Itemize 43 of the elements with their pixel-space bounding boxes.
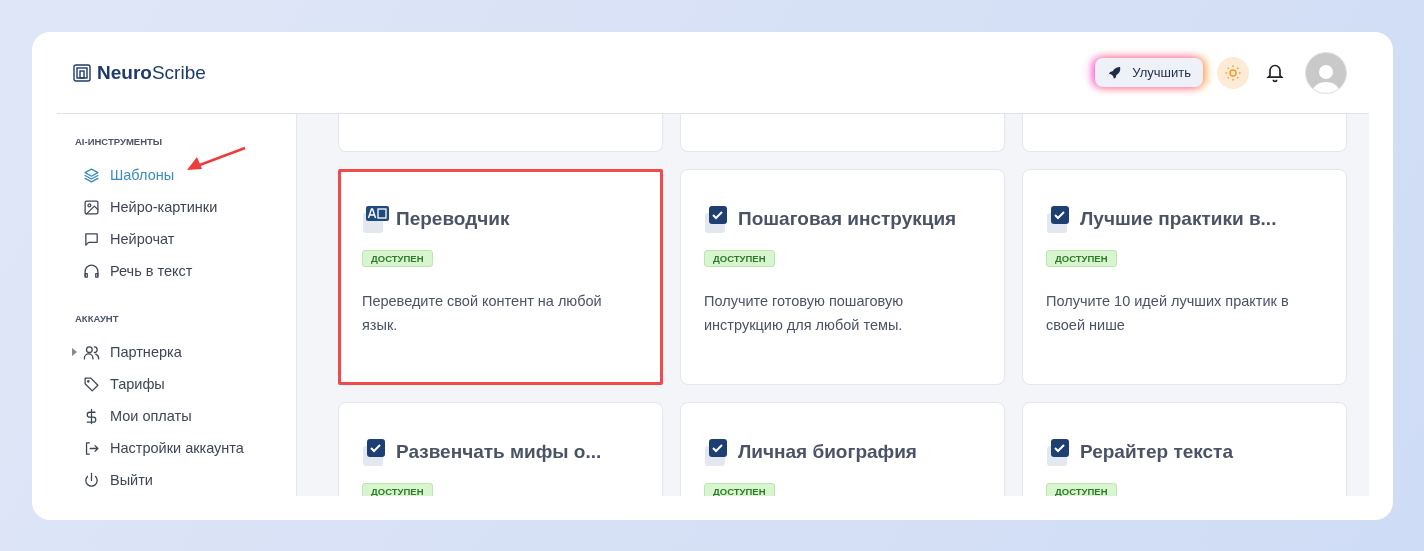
- caret-icon[interactable]: [72, 348, 77, 356]
- card-title: Переводчик: [396, 208, 510, 230]
- sidebar-item[interactable]: Тарифы: [75, 368, 296, 400]
- power-icon: [83, 471, 100, 489]
- image-icon: [83, 198, 100, 216]
- card-description: Переведите свой контент на любой язык.: [362, 292, 603, 335]
- sun-icon: [1224, 63, 1242, 82]
- sidebar-item[interactable]: Партнерка: [75, 336, 296, 368]
- sidebar-item[interactable]: Мои оплаты: [75, 400, 296, 432]
- theme-toggle[interactable]: [1217, 56, 1249, 89]
- sidebar-item[interactable]: Нейро-картинки: [75, 191, 296, 223]
- chat-icon: [83, 230, 100, 248]
- sidebar-item[interactable]: Настройки аккаунта: [75, 432, 296, 464]
- card-title: Лучшие практики в...: [1080, 208, 1277, 230]
- card-title: Развенчать мифы о...: [396, 441, 602, 463]
- section-heading: АККАУНТ: [75, 313, 120, 324]
- sidebar-item[interactable]: Выйти: [75, 464, 296, 496]
- template-card[interactable]: Лучшие практики в... ДОСТУПЕН Получите 10 идей лучших практик в своей нише: [1022, 169, 1347, 385]
- template-card[interactable]: Переводчик ДОСТУПЕН Переведите свой контент на любой язык.: [338, 169, 663, 385]
- card-description: Получите готовую пошаговую инструкцию для любой темы.: [704, 292, 905, 335]
- upgrade-button[interactable]: Улучшить: [1095, 58, 1203, 87]
- card-title: Пошаговая инструкция: [738, 208, 957, 230]
- notification-bell-icon[interactable]: [1265, 62, 1285, 83]
- template-card[interactable]: Пошаговая инструкция ДОСТУПЕН Получите готовую пошаговую инструкцию для любой темы.: [680, 169, 1005, 385]
- card-title: Рерайтер текста: [1080, 441, 1233, 463]
- sidebar-item[interactable]: Нейрочат: [75, 223, 296, 255]
- layers-icon: [83, 166, 100, 184]
- translate-icon: [362, 204, 390, 234]
- status-badge: ДОСТУПЕН: [362, 250, 433, 267]
- app-logo[interactable]: NeuroScribe: [97, 61, 206, 84]
- logo-icon: [73, 63, 91, 82]
- card-title: Личная биография: [738, 441, 917, 463]
- section-heading: AI-ИНСТРУМЕНТЫ: [75, 136, 164, 147]
- users-icon: [83, 343, 100, 361]
- rocket-icon: [1107, 65, 1123, 80]
- tag-icon: [83, 375, 100, 393]
- status-badge: ДОСТУПЕН: [1046, 250, 1117, 267]
- sidebar-item[interactable]: Шаблоны: [75, 159, 296, 191]
- logout-icon: [83, 439, 100, 457]
- headphones-icon: [83, 262, 100, 280]
- card-description: Получите 10 идей лучших практик в своей нише: [1046, 292, 1290, 335]
- sidebar-item[interactable]: Речь в текст: [75, 255, 296, 287]
- status-badge: ДОСТУПЕН: [704, 250, 775, 267]
